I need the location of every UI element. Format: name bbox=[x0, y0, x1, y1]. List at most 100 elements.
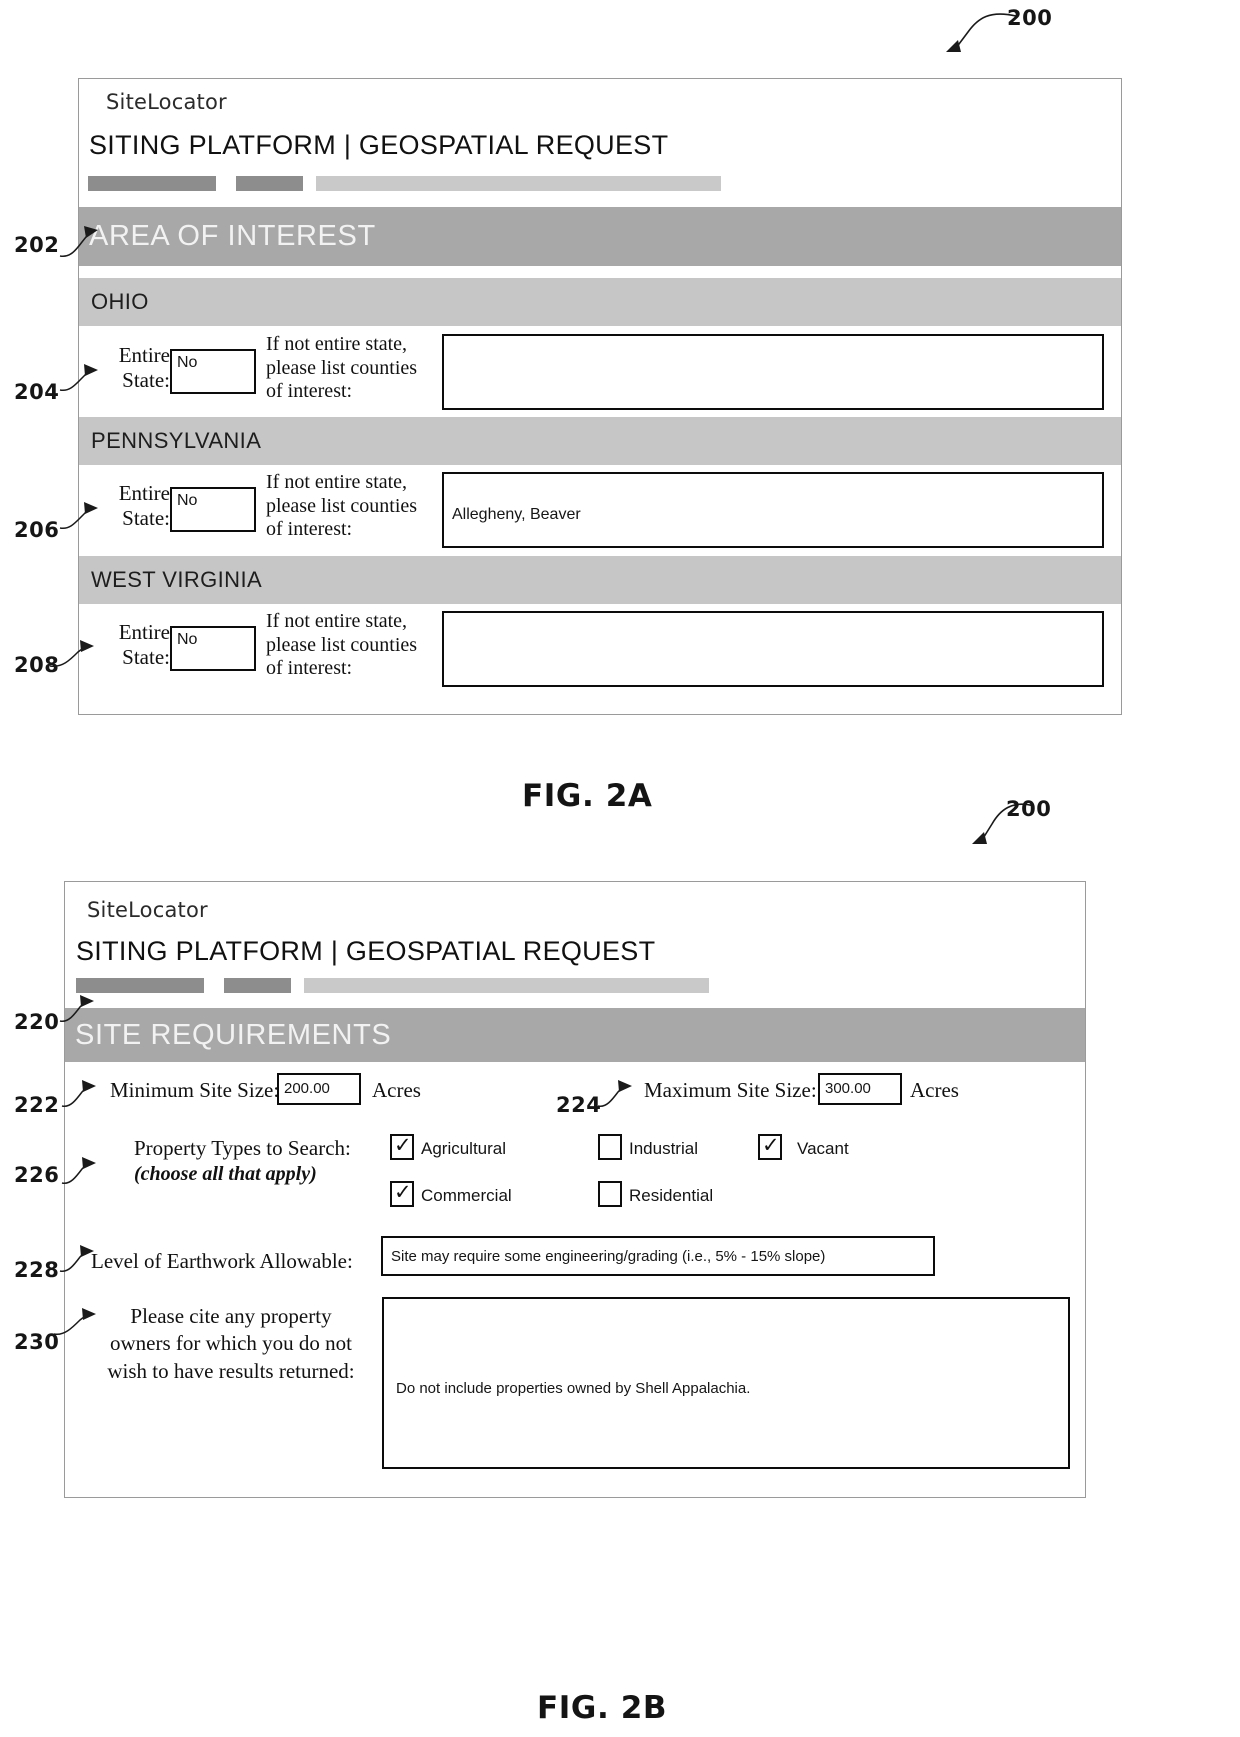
property-types-label: Property Types to Search: bbox=[134, 1136, 351, 1160]
nav-chip-1[interactable] bbox=[88, 176, 216, 191]
counties-label-west-virginia-line3: of interest: bbox=[266, 657, 353, 680]
figure-ref-226: 226 bbox=[14, 1163, 60, 1187]
state-label-ohio: OHIO bbox=[91, 289, 149, 314]
counties-label-west-virginia: If not entire state, please list countie… bbox=[266, 610, 438, 681]
app-brand-fig2a: SiteLocator bbox=[106, 90, 227, 114]
counties-label-ohio: If not entire state, please list countie… bbox=[266, 333, 438, 404]
figure-ref-230: 230 bbox=[14, 1330, 60, 1354]
counties-label-pennsylvania-line3: of interest: bbox=[266, 518, 353, 541]
figure-ref-206: 206 bbox=[14, 518, 60, 542]
checkbox-label-commercial: Commercial bbox=[421, 1186, 512, 1205]
figure-ref-224: 224 bbox=[556, 1093, 602, 1117]
counties-label-ohio-line3: of interest: bbox=[266, 380, 353, 403]
nav-chip-3[interactable] bbox=[316, 176, 721, 191]
figure-ref-200-top: 200 bbox=[1007, 6, 1053, 30]
navbar-fig2a bbox=[88, 176, 721, 191]
checkbox-label-industrial: Industrial bbox=[629, 1139, 698, 1158]
check-mark-icon-agricultural: ✓ bbox=[394, 1133, 412, 1157]
figure-ref-228: 228 bbox=[14, 1258, 60, 1282]
entire-state-label-pennsylvania: Entire State: bbox=[100, 481, 170, 531]
entire-state-label-pennsylvania-line1: Entire bbox=[118, 481, 170, 505]
figure-ref-202: 202 bbox=[14, 233, 60, 257]
entire-state-label-ohio-line2: State: bbox=[122, 367, 170, 392]
checkbox-label-residential: Residential bbox=[629, 1186, 714, 1205]
counties-label-pennsylvania-line1: If not entire state, bbox=[266, 471, 408, 493]
checkbox-label-agricultural: Agricultural bbox=[421, 1139, 507, 1158]
entire-state-value-west-virginia: No bbox=[177, 631, 198, 648]
figure-ref-222: 222 bbox=[14, 1093, 60, 1117]
earthwork-value: Site may require some engineering/gradin… bbox=[391, 1248, 826, 1265]
figure-ref-204: 204 bbox=[14, 380, 60, 404]
checkbox-label-vacant: Vacant bbox=[797, 1139, 849, 1158]
counties-label-ohio-line2: please list counties bbox=[266, 356, 418, 379]
state-label-pennsylvania: PENNSYLVANIA bbox=[91, 428, 262, 453]
property-types-sublabel: (choose all that apply) bbox=[134, 1163, 317, 1185]
counties-field-ohio[interactable] bbox=[442, 334, 1104, 410]
nav-chip-1-fig2b[interactable] bbox=[76, 978, 204, 993]
max-site-size-value: 300.00 bbox=[825, 1080, 871, 1097]
entire-state-label-pennsylvania-line2: State: bbox=[122, 505, 170, 530]
counties-value-pennsylvania: Allegheny, Beaver bbox=[452, 506, 581, 523]
app-title-fig2a: SITING PLATFORM | GEOSPATIAL REQUEST bbox=[89, 130, 669, 160]
entire-state-field-ohio[interactable]: No bbox=[170, 349, 256, 394]
max-site-size-field[interactable]: 300.00 bbox=[818, 1073, 902, 1105]
figure-ref-200-bottom: 200 bbox=[1006, 797, 1052, 821]
checkbox-industrial[interactable] bbox=[598, 1134, 622, 1160]
entire-state-value-ohio: No bbox=[177, 354, 198, 371]
navbar-fig2b bbox=[76, 978, 709, 993]
min-site-size-field[interactable]: 200.00 bbox=[277, 1073, 361, 1105]
counties-label-ohio-line1: If not entire state, bbox=[266, 333, 408, 355]
max-site-size-unit: Acres bbox=[910, 1078, 959, 1102]
section-bar-site-requirements: SITE REQUIREMENTS bbox=[65, 1008, 1085, 1062]
entire-state-label-west-virginia-line2: State: bbox=[122, 644, 170, 669]
app-title-fig2b: SITING PLATFORM | GEOSPATIAL REQUEST bbox=[76, 936, 656, 966]
checkbox-vacant[interactable]: ✓ bbox=[758, 1133, 782, 1160]
min-site-size-unit: Acres bbox=[372, 1078, 421, 1102]
entire-state-label-west-virginia-line1: Entire bbox=[118, 620, 170, 644]
exclusions-label-line2: owners for which you do not bbox=[109, 1331, 353, 1356]
section-bar-area-of-interest: AREA OF INTEREST bbox=[79, 207, 1121, 266]
exclusions-label-line3: wish to have results returned: bbox=[107, 1358, 355, 1383]
state-bar-ohio: OHIO bbox=[79, 278, 1121, 326]
earthwork-field[interactable]: Site may require some engineering/gradin… bbox=[381, 1236, 935, 1276]
entire-state-value-pennsylvania: No bbox=[177, 492, 198, 509]
checkbox-commercial[interactable]: ✓ bbox=[390, 1180, 414, 1207]
counties-label-west-virginia-line2: please list counties bbox=[266, 633, 418, 656]
leader-line-fig2a-ref200 bbox=[946, 13, 1017, 52]
figure-ref-220: 220 bbox=[14, 1010, 60, 1034]
checkbox-residential[interactable] bbox=[598, 1181, 622, 1207]
entire-state-label-ohio: Entire State: bbox=[100, 343, 170, 393]
counties-field-west-virginia[interactable] bbox=[442, 611, 1104, 687]
section-label-site-requirements: SITE REQUIREMENTS bbox=[75, 1018, 392, 1051]
entire-state-label-west-virginia: Entire State: bbox=[100, 620, 170, 670]
exclusions-label: Please cite any property owners for whic… bbox=[95, 1303, 367, 1385]
max-site-size-label: Maximum Site Size: bbox=[644, 1078, 817, 1102]
counties-label-pennsylvania-line2: please list counties bbox=[266, 494, 418, 517]
nav-chip-2-fig2b[interactable] bbox=[224, 978, 291, 993]
min-site-size-label: Minimum Site Size: bbox=[110, 1078, 280, 1102]
figure-caption-2a: FIG. 2A bbox=[522, 778, 653, 814]
figure-caption-2b: FIG. 2B bbox=[537, 1690, 668, 1726]
nav-chip-2[interactable] bbox=[236, 176, 303, 191]
checkbox-agricultural[interactable]: ✓ bbox=[390, 1133, 414, 1160]
counties-field-pennsylvania[interactable]: Allegheny, Beaver bbox=[442, 472, 1104, 548]
min-site-size-value: 200.00 bbox=[284, 1080, 330, 1097]
entire-state-field-west-virginia[interactable]: No bbox=[170, 626, 256, 671]
entire-state-label-ohio-line1: Entire bbox=[118, 343, 170, 367]
figure-ref-208: 208 bbox=[14, 653, 60, 677]
state-bar-pennsylvania: PENNSYLVANIA bbox=[79, 417, 1121, 465]
state-bar-west-virginia: WEST VIRGINIA bbox=[79, 556, 1121, 604]
exclusions-value: Do not include properties owned by Shell… bbox=[396, 1380, 751, 1397]
section-label-area-of-interest: AREA OF INTEREST bbox=[89, 220, 376, 252]
earthwork-label: Level of Earthwork Allowable: bbox=[91, 1249, 353, 1273]
state-label-west-virginia: WEST VIRGINIA bbox=[91, 567, 263, 592]
entire-state-field-pennsylvania[interactable]: No bbox=[170, 487, 256, 532]
exclusions-label-line1: Please cite any property bbox=[130, 1304, 332, 1328]
counties-label-pennsylvania: If not entire state, please list countie… bbox=[266, 471, 438, 542]
counties-label-west-virginia-line1: If not entire state, bbox=[266, 610, 408, 632]
app-brand-fig2b: SiteLocator bbox=[87, 898, 208, 922]
check-mark-icon-commercial: ✓ bbox=[394, 1180, 412, 1204]
exclusions-field[interactable]: Do not include properties owned by Shell… bbox=[382, 1297, 1070, 1469]
check-mark-icon-vacant: ✓ bbox=[762, 1133, 780, 1157]
nav-chip-3-fig2b[interactable] bbox=[304, 978, 709, 993]
